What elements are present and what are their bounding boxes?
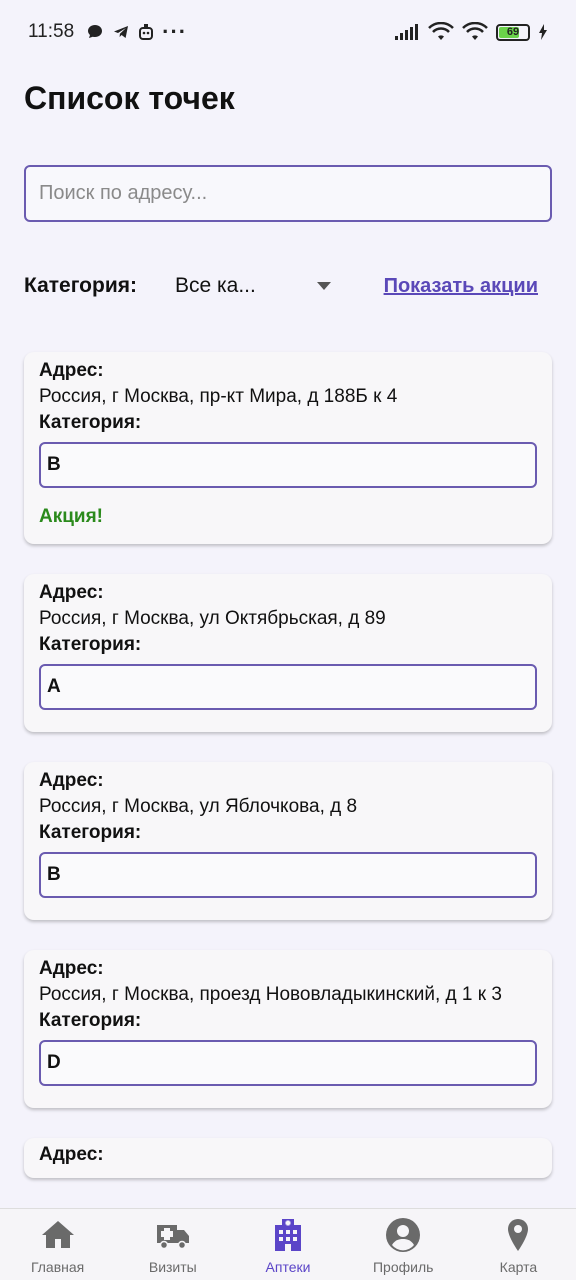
nav-item-visits[interactable]: Визиты (115, 1209, 230, 1280)
chevron-down-icon (317, 282, 331, 290)
category-field: B (39, 852, 537, 898)
category-label: Категория: (39, 1010, 142, 1031)
status-bar: 11:58 ··· 69 (0, 0, 576, 64)
wifi-icon-2 (462, 22, 488, 40)
list-item[interactable]: Адрес: (24, 1138, 552, 1178)
status-time: 11:58 (28, 21, 75, 42)
hospital-icon (275, 1219, 301, 1251)
list-item[interactable]: Адрес: Россия, г Москва, проезд Нововлад… (24, 950, 552, 1108)
nav-label: Карта (499, 1259, 538, 1275)
ambulance-icon (156, 1225, 189, 1250)
category-label: Категория: (39, 634, 142, 655)
list-item[interactable]: Адрес: Россия, г Москва, ул Яблочкова, д… (24, 762, 552, 920)
category-field: B (39, 442, 537, 488)
nav-label: Профиль (372, 1259, 434, 1275)
nav-item-pharmacies[interactable]: Аптеки (230, 1209, 345, 1280)
address-label: Адрес: (39, 360, 104, 381)
nav-label: Аптеки (265, 1259, 311, 1275)
list-item[interactable]: Адрес: Россия, г Москва, пр-кт Мира, д 1… (24, 352, 552, 544)
more-dots: ··· (162, 19, 188, 44)
filter-row: Категория: Все ка... Показать акции (24, 268, 552, 304)
nav-label: Главная (30, 1259, 85, 1275)
nav-label: Визиты (148, 1259, 197, 1275)
show-promotions-link[interactable]: Показать акции (384, 275, 538, 298)
wifi-icon (428, 22, 454, 40)
address-value: Россия, г Москва, ул Октябрьская, д 89 (39, 608, 386, 629)
home-icon (41, 1221, 74, 1248)
battery-level: 69 (506, 26, 520, 38)
nav-item-profile[interactable]: Профиль (346, 1209, 461, 1280)
address-label: Адрес: (39, 582, 104, 603)
category-label: Категория: (39, 412, 142, 433)
category-field: A (39, 664, 537, 710)
nav-item-home[interactable]: Главная (0, 1209, 115, 1280)
page-title: Список точек (24, 80, 235, 116)
search-input[interactable] (24, 165, 552, 222)
telegram-icon (114, 26, 129, 38)
address-value: Россия, г Москва, ул Яблочкова, д 8 (39, 796, 358, 817)
category-field: D (39, 1040, 537, 1086)
address-value: Россия, г Москва, проезд Нововладыкински… (39, 984, 502, 1005)
profile-icon (386, 1218, 421, 1252)
promo-badge: Акция! (39, 506, 104, 527)
address-label: Адрес: (39, 958, 104, 979)
signal-icon (395, 24, 418, 40)
chat-icon (88, 25, 103, 38)
address-label: Адрес: (39, 770, 104, 791)
address-value: Россия, г Москва, пр-кт Мира, д 188Б к 4 (39, 386, 398, 407)
map-pin-icon (508, 1219, 529, 1251)
address-label: Адрес: (39, 1144, 104, 1165)
robot-icon (139, 24, 154, 40)
nav-item-map[interactable]: Карта (461, 1209, 576, 1280)
category-label: Категория: (39, 822, 142, 843)
bottom-nav: Главная Визиты Аптеки Профиль Карта (0, 1208, 576, 1280)
battery-icon: 69 (496, 23, 530, 41)
points-list: Адрес: Россия, г Москва, пр-кт Мира, д 1… (24, 352, 552, 1208)
category-select-value: Все ка... (175, 274, 256, 297)
charging-icon (539, 24, 547, 40)
list-item[interactable]: Адрес: Россия, г Москва, ул Октябрьская,… (24, 574, 552, 732)
category-filter-label: Категория: (24, 274, 137, 297)
category-select[interactable]: Все ка... (175, 274, 337, 298)
